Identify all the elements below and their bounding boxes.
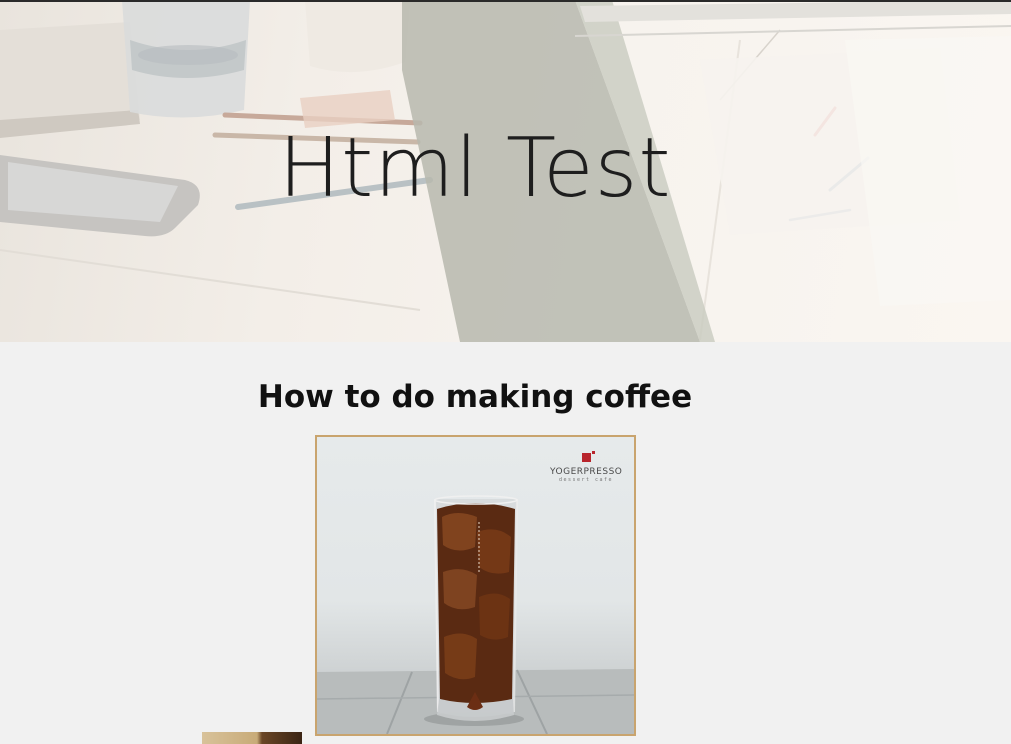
hero-title: Html Test bbox=[278, 121, 672, 216]
brand-logo-icon bbox=[581, 451, 595, 462]
main-content: How to do making coffee YOGERPRESSO dess… bbox=[0, 342, 1011, 744]
hero-banner: Html Test bbox=[0, 0, 1011, 342]
brand-name: YOGERPRESSO bbox=[550, 467, 623, 477]
brand-tagline: dessert cafe bbox=[558, 477, 614, 483]
coffee-photo: YOGERPRESSO dessert cafe bbox=[315, 435, 636, 736]
top-border bbox=[0, 0, 1011, 2]
next-image-thumbnail bbox=[202, 732, 302, 744]
brand-logo: YOGERPRESSO dessert cafe bbox=[550, 447, 622, 483]
section-title: How to do making coffee bbox=[257, 379, 693, 415]
